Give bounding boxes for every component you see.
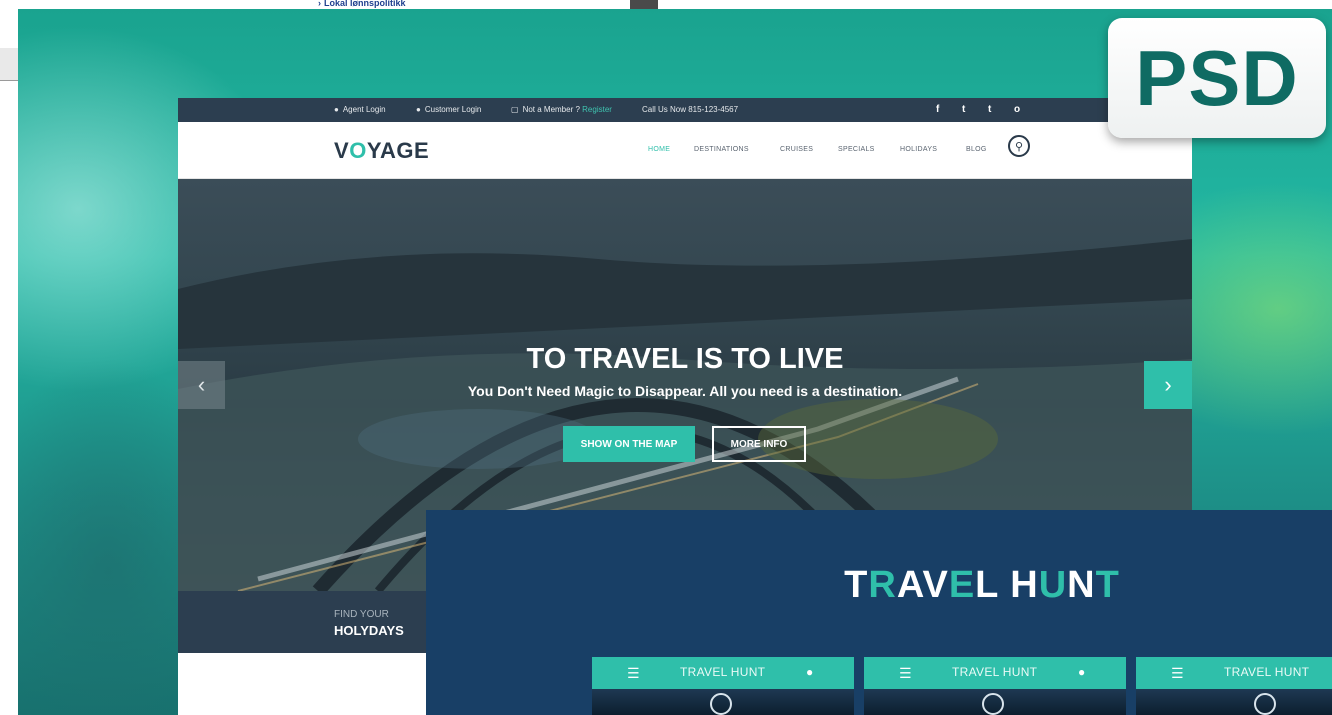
nav-specials[interactable]: SPECIALS (838, 146, 875, 153)
title-part: U (1038, 564, 1068, 606)
globe-icon (710, 693, 732, 715)
title-part: AV (896, 564, 949, 606)
travel-hunt-card[interactable]: ☰ TRAVEL HUNT ● (864, 657, 1126, 715)
hero-title: TO TRAVEL IS TO LIVE (526, 343, 844, 375)
logo-v: V (334, 138, 350, 163)
link-label: Lokal lønnspolitikk (324, 0, 406, 8)
document-icon: ▢ (511, 105, 519, 114)
tumblr-icon[interactable]: t (988, 104, 991, 115)
search-icon: ⚲ (1014, 140, 1024, 153)
card-header: ☰ TRAVEL HUNT (1136, 657, 1332, 689)
twitter-icon[interactable]: t (962, 104, 965, 115)
user-icon[interactable]: ● (1078, 665, 1085, 679)
more-info-button[interactable]: MORE INFO (712, 426, 806, 462)
travel-hunt-title: TRAVEL HUNT (426, 564, 1332, 607)
user-icon: ● (334, 105, 339, 114)
title-part: L H (975, 564, 1039, 606)
globe-icon (1254, 693, 1276, 715)
nav-holidays[interactable]: HOLIDAYS (900, 146, 937, 153)
show-on-map-button[interactable]: SHOW ON THE MAP (563, 426, 695, 462)
logo-o: O (349, 138, 367, 163)
not-member-label: Not a Member ? (522, 105, 580, 114)
logo-rest: YAGE (366, 138, 430, 163)
nav-destinations[interactable]: DESTINATIONS (694, 146, 749, 153)
psd-label: PSD (1135, 34, 1299, 122)
register-prompt: ▢ Not a Member ? Register (511, 105, 612, 114)
user-icon[interactable]: ● (806, 665, 813, 679)
customer-login-label: Customer Login (424, 105, 482, 114)
card-header: ☰ TRAVEL HUNT ● (592, 657, 854, 689)
card-title: TRAVEL HUNT (952, 665, 1038, 679)
travel-hunt-panel: TRAVEL HUNT ☰ TRAVEL HUNT ● ☰ TRAVEL HUN… (426, 510, 1332, 715)
register-link[interactable]: Register (582, 105, 612, 114)
chevron-left-icon: ‹ (197, 372, 206, 397)
agent-login-label: Agent Login (342, 105, 386, 114)
card-title: TRAVEL HUNT (1224, 665, 1310, 679)
voyage-logo[interactable]: VOYAGE (334, 138, 429, 164)
globe-icon (982, 693, 1004, 715)
left-divider (0, 80, 18, 81)
travel-hunt-card[interactable]: ☰ TRAVEL HUNT (1136, 657, 1332, 715)
slider-next-button[interactable]: › (1144, 361, 1192, 409)
menu-icon[interactable]: ☰ (627, 665, 640, 682)
instagram-icon[interactable]: o (1014, 104, 1020, 115)
chevron-right-icon: › (318, 0, 321, 8)
card-header: ☰ TRAVEL HUNT ● (864, 657, 1126, 689)
left-stub (0, 48, 18, 80)
title-part: E (948, 564, 976, 606)
menu-icon[interactable]: ☰ (1171, 665, 1184, 682)
user-icon: ● (416, 105, 421, 114)
facebook-icon[interactable]: f (936, 104, 939, 115)
dark-tab (630, 0, 658, 9)
card-photo (1136, 689, 1332, 715)
psd-badge: PSD (1108, 18, 1326, 138)
customer-login-link[interactable]: ● Customer Login (416, 105, 481, 114)
title-part: N (1067, 564, 1096, 606)
chevron-right-icon: › (1164, 372, 1172, 397)
agent-login-link[interactable]: ● Agent Login (334, 105, 386, 114)
find-your-label: FIND YOUR (334, 609, 389, 620)
lokal-lonnspolitikk-link[interactable]: › Lokal lønnspolitikk (318, 0, 406, 9)
title-part: R (868, 564, 897, 606)
travel-hunt-card[interactable]: ☰ TRAVEL HUNT ● (592, 657, 854, 715)
slider-prev-button[interactable]: ‹ (178, 361, 225, 409)
holydays-label: HOLYDAYS (334, 623, 404, 638)
nav-home[interactable]: HOME (648, 146, 670, 153)
card-title: TRAVEL HUNT (680, 665, 766, 679)
nav-blog[interactable]: BLOG (966, 146, 987, 153)
utility-bar: ● Agent Login ● Customer Login ▢ Not a Memb… (178, 98, 1192, 122)
call-us-text: Call Us Now 815-123-4567 (642, 105, 739, 114)
search-button[interactable]: ⚲ (1008, 135, 1030, 157)
hero-subtitle: You Don't Need Magic to Disappear. All y… (467, 383, 903, 399)
menu-icon[interactable]: ☰ (899, 665, 912, 682)
top-strip (0, 0, 1332, 9)
main-navbar: VOYAGE HOME DESTINATIONS CRUISES SPECIAL… (178, 122, 1192, 179)
title-part: T (1095, 564, 1120, 606)
title-part: T (844, 564, 869, 606)
nav-cruises[interactable]: CRUISES (780, 146, 813, 153)
